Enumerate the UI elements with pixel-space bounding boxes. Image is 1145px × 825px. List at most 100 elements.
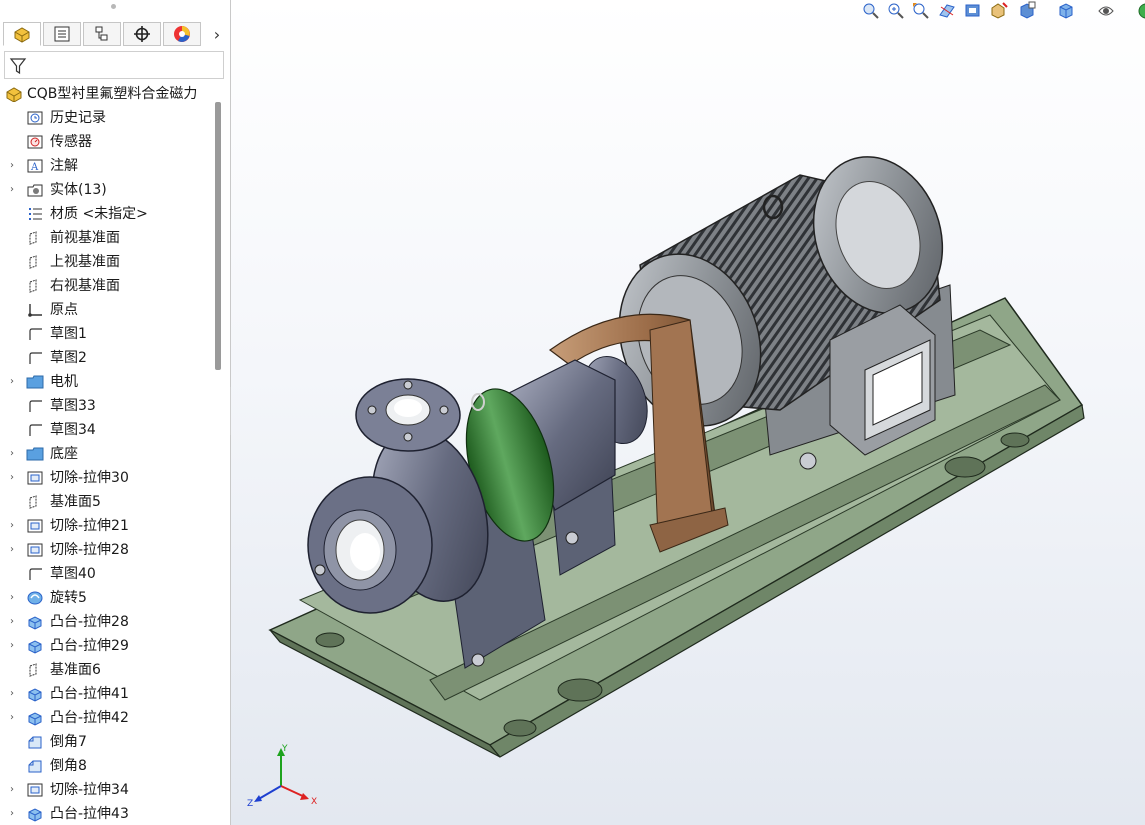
- expand-arrow-icon[interactable]: ›: [7, 514, 17, 538]
- magnetic-pump-model[interactable]: [231, 0, 1145, 825]
- tree-item[interactable]: › 凸台-拉伸28: [0, 610, 214, 634]
- tree-item-label: 草图34: [50, 422, 96, 438]
- tree-item[interactable]: › 实体(13): [0, 178, 214, 202]
- tab-dimxpert[interactable]: [123, 22, 161, 46]
- tree-item-label: 电机: [50, 374, 78, 390]
- boss-extrude-icon: [28, 616, 42, 630]
- tree-item[interactable]: › 底座: [0, 442, 214, 466]
- expand-arrow-icon[interactable]: ›: [7, 610, 17, 634]
- tree-item-label: 底座: [50, 446, 78, 462]
- tree-item-label: 前视基准面: [50, 230, 120, 246]
- tree-item[interactable]: 基准面6: [0, 658, 214, 682]
- tree-item-label: 基准面6: [50, 662, 101, 678]
- tree-item[interactable]: 倒角8: [0, 754, 214, 778]
- origin-icon: [28, 304, 42, 317]
- plane-icon: [29, 255, 37, 269]
- expand-arrow-icon[interactable]: ›: [7, 154, 17, 178]
- property-list-icon: [54, 26, 70, 42]
- expand-arrow-icon[interactable]: ›: [7, 634, 17, 658]
- graphics-area[interactable]: Y X Z: [231, 0, 1145, 825]
- tree-item-label: 草图40: [50, 566, 96, 582]
- tree-item[interactable]: › 电机: [0, 370, 214, 394]
- tree-item-label: 凸台-拉伸41: [50, 686, 129, 702]
- tree-item[interactable]: 传感器: [0, 130, 214, 154]
- tree-item[interactable]: › A 注解: [0, 154, 214, 178]
- material-icon: [29, 208, 42, 220]
- panel-grip-icon[interactable]: [111, 4, 116, 9]
- expand-arrow-icon[interactable]: ›: [7, 706, 17, 730]
- tree-item-label: 右视基准面: [50, 278, 120, 294]
- tree-item[interactable]: 右视基准面: [0, 274, 214, 298]
- tab-display-manager[interactable]: [163, 22, 201, 46]
- boss-extrude-icon: [28, 640, 42, 654]
- cut-extrude-icon: [27, 519, 43, 533]
- tree-item-label: 草图2: [50, 350, 87, 366]
- part-icon: [14, 27, 30, 43]
- tab-propertymanager[interactable]: [43, 22, 81, 46]
- tree-item[interactable]: 草图34: [0, 418, 214, 442]
- tree-item[interactable]: 历史记录: [0, 106, 214, 130]
- tree-filter-input[interactable]: [4, 51, 224, 79]
- tree-item-label: 历史记录: [50, 110, 106, 126]
- expand-arrow-icon[interactable]: ›: [7, 778, 17, 802]
- svg-text:A: A: [30, 162, 39, 173]
- boss-extrude-icon: [28, 712, 42, 726]
- expand-arrow-icon[interactable]: ›: [7, 466, 17, 490]
- sketch-icon: [29, 400, 42, 412]
- tree-item-label: 切除-拉伸21: [50, 518, 129, 534]
- annotation-icon: A: [27, 159, 43, 173]
- tree-item-label: 倒角7: [50, 734, 87, 750]
- more-tabs-icon[interactable]: ›: [206, 22, 228, 46]
- tree-item[interactable]: 前视基准面: [0, 226, 214, 250]
- manager-tab-bar: ›: [0, 22, 230, 48]
- tree-item[interactable]: 上视基准面: [0, 250, 214, 274]
- expand-arrow-icon[interactable]: ›: [7, 178, 17, 202]
- tree-item[interactable]: 倒角7: [0, 730, 214, 754]
- sketch-icon: [29, 328, 42, 340]
- plane-icon: [29, 495, 37, 509]
- tree-item[interactable]: › 凸台-拉伸43: [0, 802, 214, 825]
- tree-item[interactable]: 基准面5: [0, 490, 214, 514]
- tree-item-label: 注解: [50, 158, 78, 174]
- tree-item[interactable]: › 切除-拉伸21: [0, 514, 214, 538]
- z-axis-label: Z: [247, 799, 253, 809]
- tab-configurationmanager[interactable]: [83, 22, 121, 46]
- expand-arrow-icon[interactable]: ›: [7, 370, 17, 394]
- expand-arrow-icon[interactable]: ›: [7, 442, 17, 466]
- expand-arrow-icon[interactable]: ›: [7, 586, 17, 610]
- axis-triad: Y X Z: [247, 744, 317, 809]
- plane-icon: [29, 231, 37, 245]
- tree-item[interactable]: › 凸台-拉伸29: [0, 634, 214, 658]
- tree-item[interactable]: › 凸台-拉伸42: [0, 706, 214, 730]
- tree-item[interactable]: 草图33: [0, 394, 214, 418]
- tree-scrollbar[interactable]: [215, 102, 221, 370]
- tree-item[interactable]: 原点: [0, 298, 214, 322]
- boss-extrude-icon: [28, 808, 42, 822]
- tree-item[interactable]: 材质 <未指定>: [0, 202, 214, 226]
- sketch-icon: [29, 352, 42, 364]
- tree-item[interactable]: › 凸台-拉伸41: [0, 682, 214, 706]
- expand-arrow-icon[interactable]: ›: [7, 802, 17, 825]
- tree-item[interactable]: 草图40: [0, 562, 214, 586]
- x-axis-label: X: [311, 797, 317, 807]
- tree-item[interactable]: 草图1: [0, 322, 214, 346]
- tree-item-label: 基准面5: [50, 494, 101, 510]
- expand-arrow-icon[interactable]: ›: [7, 538, 17, 562]
- tree-item-label: 实体(13): [50, 182, 107, 198]
- tree-item[interactable]: › 切除-拉伸30: [0, 466, 214, 490]
- tree-item[interactable]: › 切除-拉伸34: [0, 778, 214, 802]
- tree-item-label: 凸台-拉伸29: [50, 638, 129, 654]
- tree-item-label: 草图1: [50, 326, 87, 342]
- tree-item-label: CQB型衬里氟塑料合金磁力: [27, 86, 198, 102]
- tab-featuremanager[interactable]: [3, 22, 41, 46]
- cut-extrude-icon: [27, 471, 43, 485]
- tree-item[interactable]: › 旋转5: [0, 586, 214, 610]
- expand-arrow-icon[interactable]: ›: [7, 682, 17, 706]
- tree-item[interactable]: 草图2: [0, 346, 214, 370]
- tree-item[interactable]: › 切除-拉伸28: [0, 538, 214, 562]
- tree-item-label: 传感器: [50, 134, 92, 150]
- cut-extrude-icon: [27, 783, 43, 797]
- color-wheel-icon: [174, 26, 190, 42]
- tree-root-part[interactable]: CQB型衬里氟塑料合金磁力: [0, 82, 214, 106]
- chamfer-icon: [28, 760, 42, 773]
